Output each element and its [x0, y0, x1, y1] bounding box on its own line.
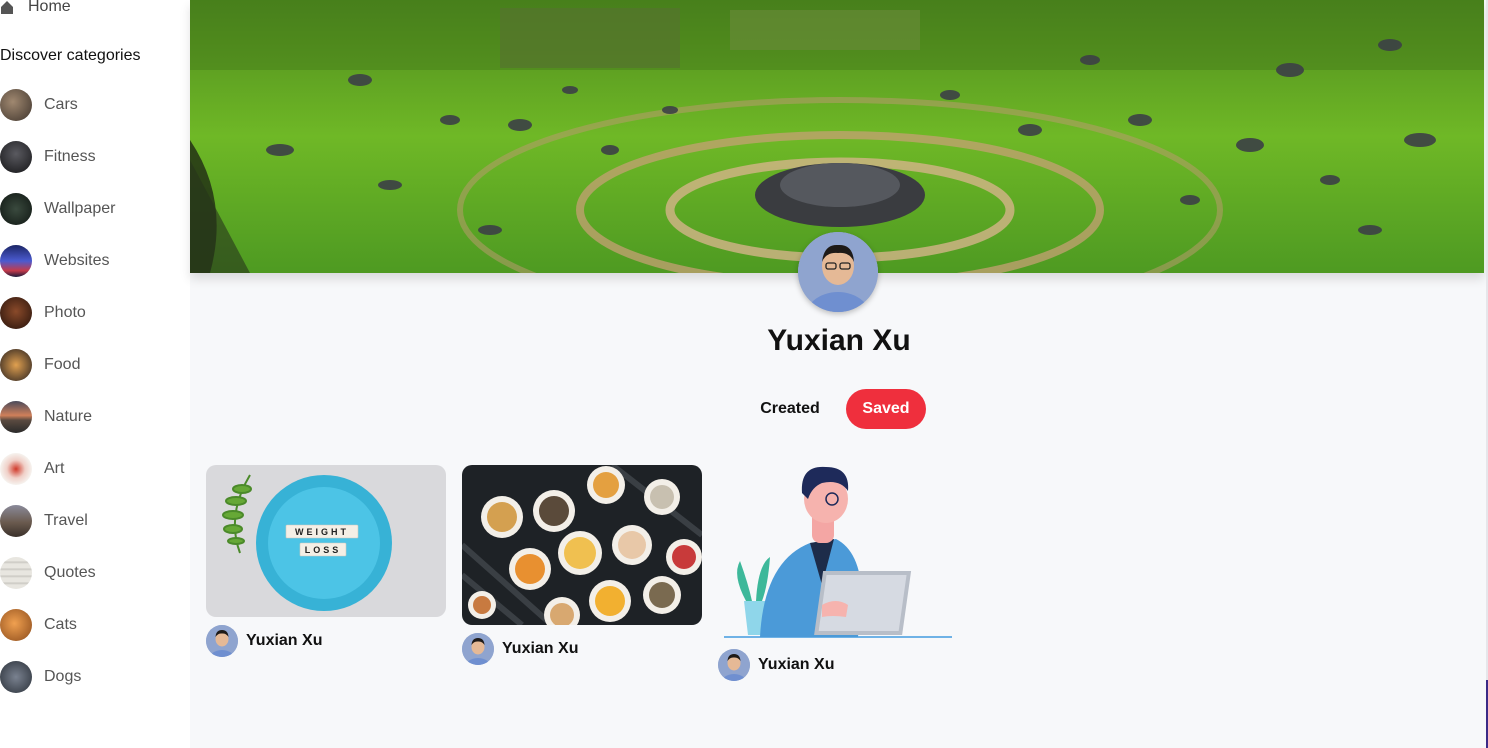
category-label: Photo	[44, 304, 86, 321]
category-thumbnail	[0, 193, 32, 225]
profile-main: Yuxian Xu Created Saved WEIGHT LOSS Yuxi…	[190, 0, 1488, 748]
pin-image-food-bowls[interactable]	[462, 465, 702, 625]
profile-name: Yuxian Xu	[767, 324, 911, 357]
category-label: Wallpaper	[44, 200, 116, 217]
category-thumbnail	[0, 245, 32, 277]
pin-card[interactable]: Yuxian Xu	[462, 465, 702, 665]
pin-card[interactable]: WEIGHT LOSS Yuxian Xu	[206, 465, 446, 657]
pin-image-weight-loss[interactable]: WEIGHT LOSS	[206, 465, 446, 617]
category-cats[interactable]: Cats	[0, 608, 190, 642]
category-travel[interactable]: Travel	[0, 504, 190, 538]
discover-categories-title: Discover categories	[0, 47, 141, 64]
pin-image-text: LOSS	[305, 545, 342, 555]
pin-author[interactable]: Yuxian Xu	[718, 649, 958, 681]
author-avatar	[718, 649, 750, 681]
category-label: Art	[44, 460, 65, 477]
category-label: Nature	[44, 408, 93, 425]
category-websites[interactable]: Websites	[0, 244, 190, 278]
home-icon	[0, 0, 14, 14]
category-thumbnail	[0, 609, 32, 641]
author-name: Yuxian Xu	[502, 640, 579, 657]
category-label: Travel	[44, 512, 88, 529]
category-thumbnail	[0, 349, 32, 381]
category-label: Cars	[44, 96, 78, 113]
author-name: Yuxian Xu	[758, 656, 835, 673]
pin-image-illustration[interactable]	[718, 465, 958, 641]
author-avatar	[462, 633, 494, 665]
category-label: Websites	[44, 252, 110, 269]
category-thumbnail	[0, 661, 32, 693]
category-thumbnail	[0, 453, 32, 485]
pin-image-text: WEIGHT	[295, 527, 349, 537]
category-food[interactable]: Food	[0, 348, 190, 382]
category-nature[interactable]: Nature	[0, 400, 190, 434]
home-link[interactable]: Home	[0, 0, 71, 18]
category-wallpaper[interactable]: Wallpaper	[0, 192, 190, 226]
home-label: Home	[28, 0, 71, 15]
category-cars[interactable]: Cars	[0, 88, 190, 122]
category-label: Quotes	[44, 564, 96, 581]
category-label: Cats	[44, 616, 77, 633]
tab-created[interactable]: Created	[750, 389, 830, 429]
category-art[interactable]: Art	[0, 452, 190, 486]
category-label: Dogs	[44, 668, 82, 685]
category-thumbnail	[0, 89, 32, 121]
tab-saved[interactable]: Saved	[846, 389, 926, 429]
category-thumbnail	[0, 297, 32, 329]
pin-author[interactable]: Yuxian Xu	[462, 633, 702, 665]
profile-avatar	[798, 232, 878, 312]
pin-card[interactable]: Yuxian Xu	[718, 465, 958, 681]
category-thumbnail	[0, 505, 32, 537]
pin-author[interactable]: Yuxian Xu	[206, 625, 446, 657]
category-photo[interactable]: Photo	[0, 296, 190, 330]
category-thumbnail	[0, 557, 32, 589]
author-avatar	[206, 625, 238, 657]
sidebar: Home Discover categories Cars Fitness Wa…	[0, 0, 190, 748]
category-label: Food	[44, 356, 81, 373]
category-dogs[interactable]: Dogs	[0, 660, 190, 694]
category-fitness[interactable]: Fitness	[0, 140, 190, 174]
category-label: Fitness	[44, 148, 96, 165]
category-thumbnail	[0, 401, 32, 433]
author-name: Yuxian Xu	[246, 632, 323, 649]
category-thumbnail	[0, 141, 32, 173]
category-quotes[interactable]: Quotes	[0, 556, 190, 590]
